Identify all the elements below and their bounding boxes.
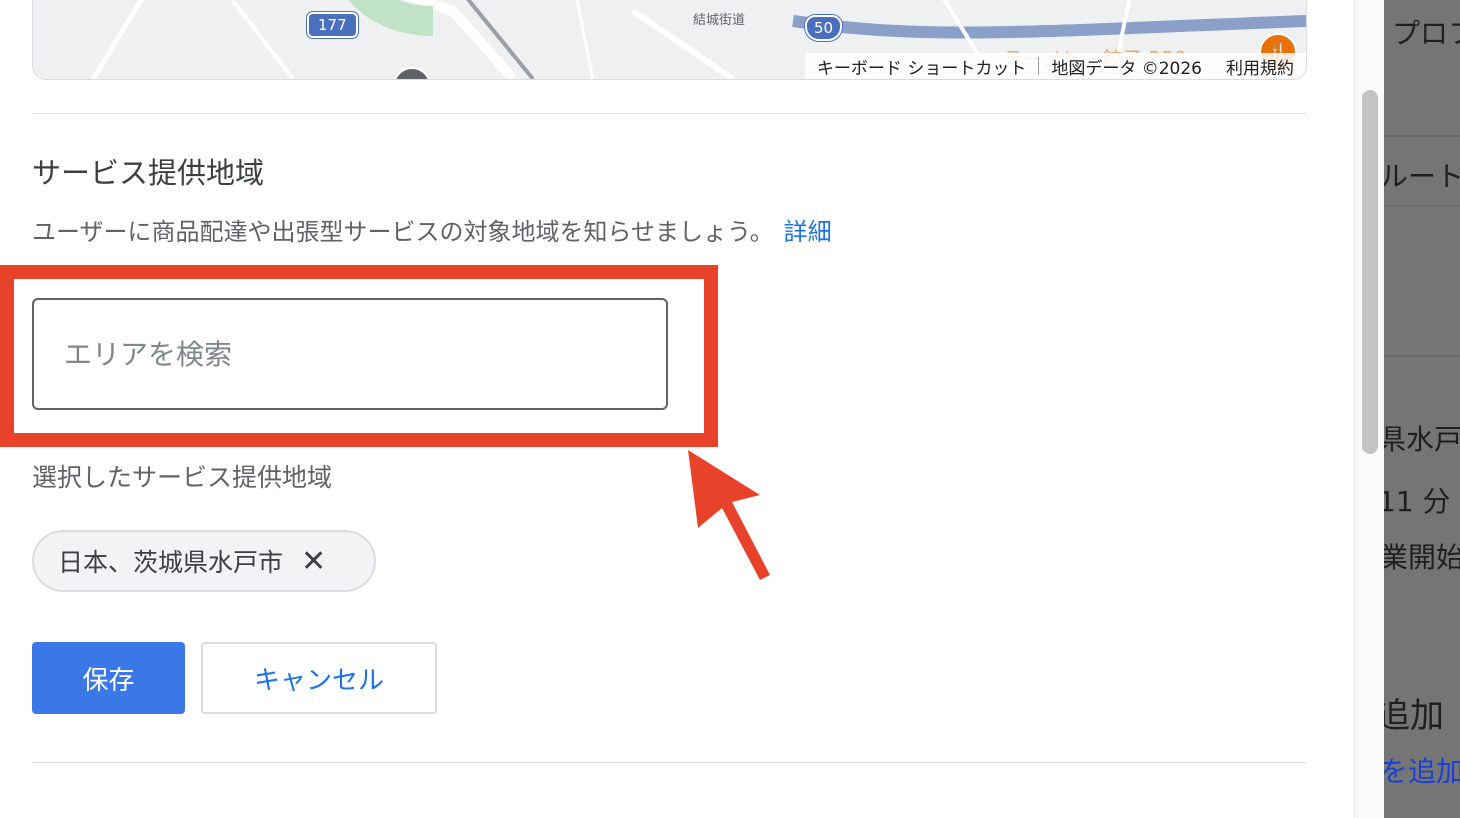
side-item-2: ルート (1384, 160, 1460, 193)
side-item-5: 業開始 (1384, 541, 1460, 574)
road-label: 結城街道 (693, 13, 746, 28)
save-button[interactable]: 保存 (32, 642, 185, 714)
map-preview[interactable]: 177 50 結城街道 ラーメン・餃子 250 🍴 キーボード ショートカット … (32, 0, 1307, 80)
scrollbar-thumb[interactable] (1362, 90, 1378, 454)
background-panel: プロフ ルート 県水戸市 11 分 業開始 追加 を追加 (1384, 0, 1460, 818)
details-link[interactable]: 詳細 (784, 218, 832, 246)
section-title: サービス提供地域 (32, 156, 265, 190)
description-text: ユーザーに商品配達や出張型サービスの対象地域を知らせましょう。 (32, 218, 774, 246)
area-search-input[interactable] (32, 298, 668, 410)
side-item-3: 県水戸市 (1384, 423, 1460, 456)
map-attribution: キーボード ショートカット 地図データ ©2026 利用規約 (804, 53, 1306, 79)
side-rule-3 (1384, 355, 1460, 357)
section-divider-bottom (32, 762, 1306, 763)
route-177-shield: 177 (307, 12, 358, 38)
cancel-button[interactable]: キャンセル (201, 642, 437, 714)
side-item-1: プロフ (1392, 17, 1460, 50)
side-item-7[interactable]: を追加 (1384, 750, 1460, 790)
side-item-4: 11 分 (1384, 485, 1451, 518)
area-chip-label: 日本、茨城県水戸市 (58, 548, 284, 577)
keyboard-shortcuts-link[interactable]: キーボード ショートカット (805, 54, 1038, 79)
side-rule-2 (1384, 205, 1460, 207)
section-description: ユーザーに商品配達や出張型サービスの対象地域を知らせましょう。 詳細 (32, 212, 832, 247)
close-icon[interactable]: ✕ (301, 544, 326, 579)
area-chip: 日本、茨城県水戸市 ✕ (32, 530, 376, 592)
terms-link[interactable]: 利用規約 (1214, 54, 1306, 79)
side-item-6: 追加 (1384, 696, 1444, 736)
side-rule-1 (1384, 135, 1460, 137)
pointer-arrow-icon (688, 450, 770, 580)
route-50-shield: 50 (805, 15, 843, 41)
map-data-label: 地図データ ©2026 (1051, 58, 1202, 79)
selected-areas-label: 選択したサービス提供地域 (32, 463, 333, 492)
section-divider-top (32, 113, 1306, 114)
